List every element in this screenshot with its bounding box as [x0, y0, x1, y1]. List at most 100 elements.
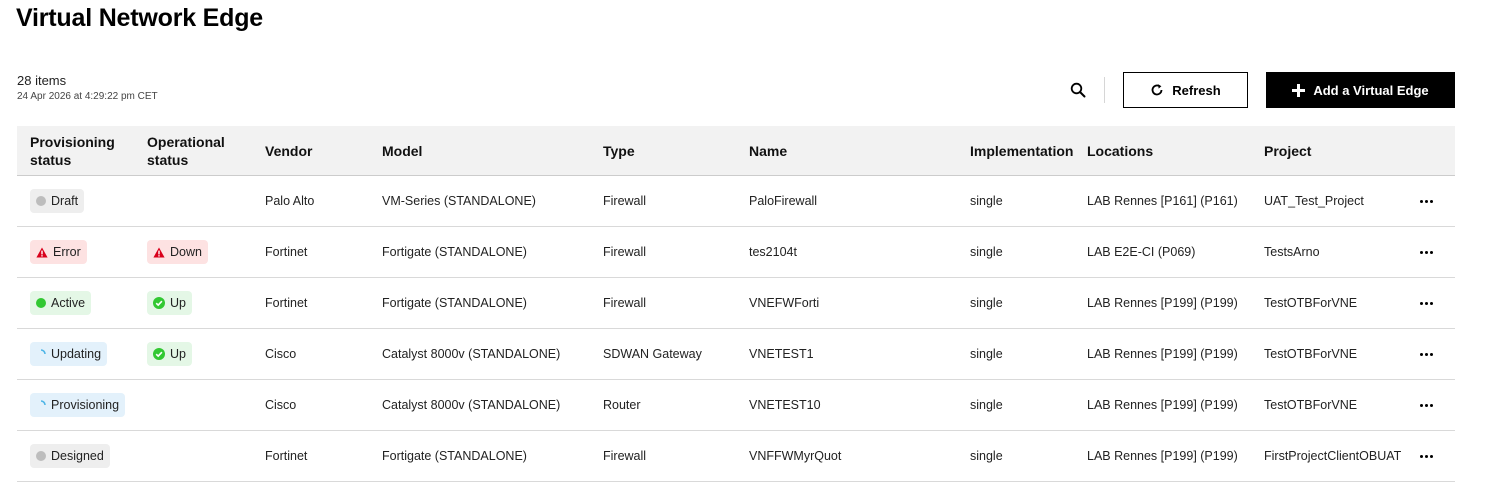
operational-label: Down [170, 245, 202, 259]
more-icon [1420, 454, 1423, 458]
warning-triangle-icon [153, 247, 165, 258]
cell-project: TestOTBForVNE [1264, 296, 1358, 310]
table-row[interactable]: Designed Fortinet Fortigate (STANDALONE) Fi… [17, 431, 1455, 482]
cell-type: Firewall [603, 245, 647, 259]
more-icon [1430, 250, 1433, 254]
column-header-operational-status[interactable]: Operational status [147, 126, 247, 175]
operational-label: Up [170, 296, 186, 310]
cell-location: LAB Rennes [P199] (P199) [1087, 296, 1238, 310]
provisioning-label: Updating [51, 347, 102, 361]
provisioning-label: Draft [51, 194, 79, 208]
table-row[interactable]: Draft Palo Alto VM-Series (STANDALONE) Fire… [17, 176, 1455, 227]
cell-model: VM-Series (STANDALONE) [382, 194, 536, 208]
table-row[interactable]: Provisioning Cisco Catalyst 8000v (STANDAL… [17, 380, 1455, 431]
more-icon [1430, 454, 1433, 458]
more-icon [1430, 199, 1433, 203]
more-icon [1430, 352, 1433, 356]
page-title: Virtual Network Edge [16, 4, 263, 32]
more-icon [1425, 403, 1428, 407]
green-dot-icon [36, 298, 46, 308]
row-actions [1415, 278, 1438, 328]
cell-type: Firewall [603, 449, 647, 463]
spinner-icon [36, 349, 46, 359]
check-circle-icon [153, 297, 165, 309]
toolbar-divider [1104, 77, 1105, 103]
row-actions [1415, 329, 1438, 379]
provisioning-badge: Designed [30, 444, 110, 468]
more-icon [1430, 403, 1433, 407]
cell-vendor: Fortinet [265, 449, 308, 463]
cell-implementation: single [970, 398, 1003, 412]
add-virtual-edge-button[interactable]: Add a Virtual Edge [1266, 72, 1455, 108]
cell-implementation: single [970, 194, 1003, 208]
cell-location: LAB Rennes [P199] (P199) [1087, 449, 1238, 463]
cell-model: Fortigate (STANDALONE) [382, 449, 527, 463]
cell-implementation: single [970, 347, 1003, 361]
grey-dot-icon [36, 196, 46, 206]
summary: 28 items 24 Apr 2026 at 4:29:22 pm CET [17, 73, 158, 102]
cell-type: Firewall [603, 296, 647, 310]
cell-name: VNETEST1 [749, 347, 814, 361]
cell-provisioning-status: Draft [30, 176, 85, 226]
more-actions-button[interactable] [1415, 191, 1438, 211]
provisioning-badge: Active [30, 291, 92, 315]
page: Virtual Network Edge 28 items 24 Apr 202… [0, 0, 1492, 482]
search-button[interactable] [1060, 72, 1096, 108]
more-actions-button[interactable] [1415, 344, 1438, 364]
column-header-type[interactable]: Type [603, 126, 635, 175]
more-actions-button[interactable] [1415, 293, 1438, 313]
cell-provisioning-status: Active [30, 278, 92, 328]
cell-name: VNETEST10 [749, 398, 821, 412]
cell-vendor: Palo Alto [265, 194, 315, 208]
cell-model: Fortigate (STANDALONE) [382, 245, 527, 259]
operational-badge: Up [147, 342, 192, 366]
more-icon [1425, 250, 1428, 254]
column-header-provisioning-status[interactable]: Provisioning status [30, 126, 135, 175]
search-icon [1070, 82, 1086, 98]
table-body: Draft Palo Alto VM-Series (STANDALONE) Fire… [17, 176, 1455, 482]
table-row[interactable]: Error Down Fortinet Fortigate (STANDALONE) F… [17, 227, 1455, 278]
cell-project: TestsArno [1264, 245, 1320, 259]
more-icon [1420, 352, 1423, 356]
virtual-edges-table: Provisioning status Operational status V… [17, 126, 1455, 482]
provisioning-label: Active [51, 296, 86, 310]
column-header-locations[interactable]: Locations [1087, 126, 1153, 175]
column-header-name[interactable]: Name [749, 126, 787, 175]
column-header-project[interactable]: Project [1264, 126, 1311, 175]
more-icon [1420, 403, 1423, 407]
cell-provisioning-status: Error [30, 227, 87, 277]
plus-icon [1292, 83, 1306, 97]
refresh-button[interactable]: Refresh [1123, 72, 1248, 108]
column-header-implementation[interactable]: Implementation [970, 126, 1073, 175]
cell-project: TestOTBForVNE [1264, 347, 1358, 361]
table-row[interactable]: Active Up Fortinet Fortigate (STANDALONE) Fi… [17, 278, 1455, 329]
cell-implementation: single [970, 449, 1003, 463]
cell-model: Catalyst 8000v (STANDALONE) [382, 347, 561, 361]
add-virtual-edge-label: Add a Virtual Edge [1313, 82, 1429, 98]
more-actions-button[interactable] [1415, 446, 1438, 466]
provisioning-label: Designed [51, 449, 104, 463]
more-actions-button[interactable] [1415, 242, 1438, 262]
last-updated-timestamp: 24 Apr 2026 at 4:29:22 pm CET [17, 91, 158, 102]
more-icon [1425, 301, 1428, 305]
table-row[interactable]: Updating Up Cisco Catalyst 8000v (STANDALON… [17, 329, 1455, 380]
column-header-vendor[interactable]: Vendor [265, 126, 312, 175]
operational-label: Up [170, 347, 186, 361]
cell-provisioning-status: Provisioning [30, 380, 126, 430]
cell-type: Router [603, 398, 641, 412]
cell-model: Fortigate (STANDALONE) [382, 296, 527, 310]
provisioning-label: Error [53, 245, 81, 259]
cell-operational-status: Up [147, 278, 192, 328]
table-header: Provisioning status Operational status V… [17, 126, 1455, 176]
cell-project: TestOTBForVNE [1264, 398, 1358, 412]
cell-provisioning-status: Designed [30, 431, 110, 481]
column-header-model[interactable]: Model [382, 126, 422, 175]
more-icon [1420, 250, 1423, 254]
more-icon [1425, 454, 1428, 458]
check-circle-icon [153, 348, 165, 360]
grey-dot-icon [36, 451, 46, 461]
more-actions-button[interactable] [1415, 395, 1438, 415]
more-icon [1425, 352, 1428, 356]
provisioning-badge: Provisioning [30, 393, 126, 417]
cell-name: VNEFWForti [749, 296, 820, 310]
